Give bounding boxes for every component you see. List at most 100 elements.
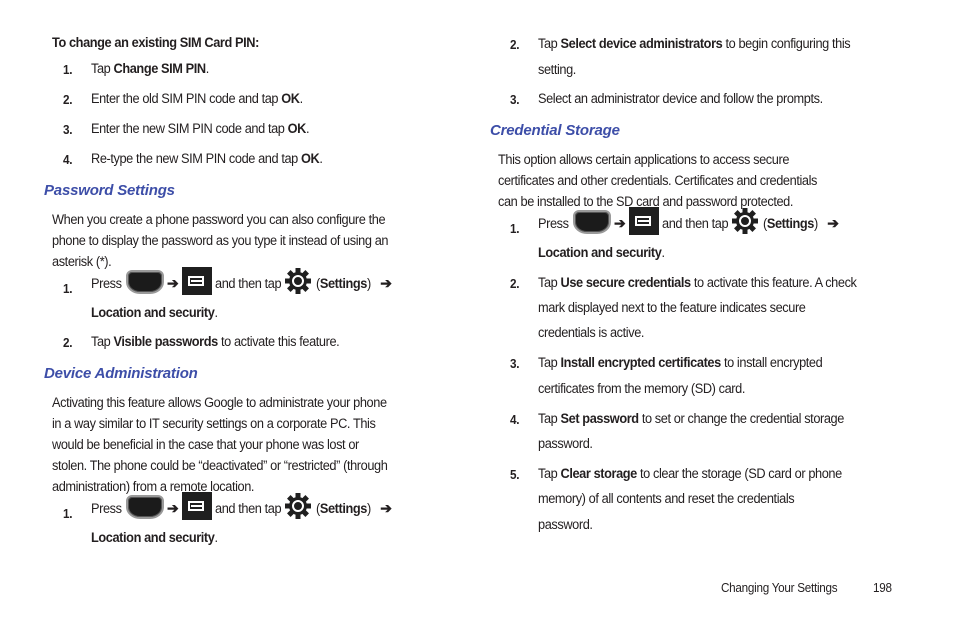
paragraph-line: This option allows certain applications … bbox=[498, 152, 790, 168]
step-text-bold: Select device administrators bbox=[560, 36, 723, 52]
step-text-plain: and then tap bbox=[215, 500, 282, 517]
step-text: Tap Use secure credentials to activate t… bbox=[538, 275, 857, 291]
step-text-bold: OK bbox=[281, 91, 300, 107]
step-text-bold: Location and security bbox=[91, 530, 215, 546]
credential-storage-paragraph: This option allows certain applications … bbox=[498, 150, 817, 213]
step-number: 1. bbox=[63, 281, 73, 296]
step-text-bold: Install encrypted certificates bbox=[560, 355, 722, 371]
password-settings-paragraph: When you create a phone password you can… bbox=[52, 210, 389, 273]
step-text-plain: to activate this feature. bbox=[217, 334, 340, 350]
step-text-bold: Set password bbox=[560, 411, 640, 427]
step-text-bold: Settings bbox=[766, 215, 815, 232]
step-text-plain: . bbox=[205, 61, 210, 77]
paragraph-line: stolen. The phone could be “deactivated”… bbox=[52, 458, 388, 474]
step-text-bold: Location and security bbox=[91, 305, 215, 321]
home-key-icon bbox=[125, 270, 164, 294]
settings-label: (Settings) bbox=[316, 501, 371, 517]
step-press-settings: Press ➔ and then tap (Settings) ➔ bbox=[91, 267, 392, 295]
step-text: Tap Install encrypted certificates to in… bbox=[538, 355, 823, 371]
step-text-plain: . bbox=[299, 91, 304, 107]
menu-key-icon bbox=[628, 207, 659, 235]
step-number: 1. bbox=[63, 62, 73, 77]
settings-label: (Settings) bbox=[763, 216, 818, 232]
step-text: Tap Change SIM PIN. bbox=[91, 61, 209, 77]
step-text-plain: . bbox=[214, 305, 218, 321]
step-text-continued: mark displayed next to the feature indic… bbox=[538, 300, 806, 316]
step-number: 1. bbox=[63, 506, 73, 521]
step-text-plain: Enter the new SIM PIN code and tap bbox=[91, 121, 288, 137]
step-text: Select an administrator device and follo… bbox=[538, 91, 823, 107]
step-text-plain: Tap bbox=[538, 466, 561, 482]
step-text-bold: OK bbox=[287, 121, 307, 137]
paragraph-line: certificates and other credentials. Cert… bbox=[498, 173, 818, 189]
step-number: 2. bbox=[63, 335, 73, 350]
home-key-icon bbox=[572, 210, 611, 234]
step-text-plain: . bbox=[661, 245, 665, 261]
step-text: Tap Select device administrators to begi… bbox=[538, 36, 851, 52]
step-text-bold: Visible passwords bbox=[113, 334, 219, 350]
step-text-plain: Press bbox=[91, 500, 122, 517]
sim-pin-heading: To change an existing SIM Card PIN: bbox=[52, 35, 259, 51]
settings-gear-icon bbox=[285, 493, 312, 519]
paren: ) bbox=[366, 275, 371, 292]
step-number: 2. bbox=[510, 276, 520, 291]
arrow-icon: ➔ bbox=[614, 214, 626, 231]
step-text: Location and security. bbox=[91, 530, 218, 546]
section-heading-password-settings: Password Settings bbox=[44, 182, 175, 199]
step-text-plain: Press bbox=[91, 275, 122, 292]
step-text-plain: to activate this feature. A check bbox=[690, 275, 857, 291]
section-heading-device-administration: Device Administration bbox=[44, 365, 198, 382]
arrow-icon: ➔ bbox=[827, 214, 839, 231]
step-number: 2. bbox=[510, 37, 520, 52]
step-press-settings: Press ➔ and then tap (Settings) ➔ bbox=[538, 207, 839, 235]
paragraph-line: phone to display the password as you typ… bbox=[52, 233, 389, 249]
paragraph-line: asterisk (*). bbox=[52, 254, 112, 270]
arrow-icon: ➔ bbox=[380, 499, 392, 516]
step-number: 3. bbox=[63, 122, 73, 137]
step-text: Tap Visible passwords to activate this f… bbox=[91, 334, 340, 350]
step-text-plain: Tap bbox=[538, 355, 561, 371]
step-number: 1. bbox=[510, 221, 520, 236]
step-number: 5. bbox=[510, 467, 520, 482]
step-text-bold: Location and security bbox=[538, 245, 662, 261]
step-text-continued: password. bbox=[538, 517, 593, 533]
step-text: Location and security. bbox=[538, 245, 665, 261]
step-text: Enter the old SIM PIN code and tap OK. bbox=[91, 91, 303, 107]
step-text-plain: Re-type the new SIM PIN code and tap bbox=[91, 151, 302, 167]
step-text-plain: to begin configuring this bbox=[722, 36, 851, 52]
step-text-plain: . bbox=[319, 151, 323, 167]
step-text-plain: to clear the storage (SD card or phone bbox=[636, 466, 842, 482]
arrow-icon: ➔ bbox=[167, 499, 179, 516]
arrow-icon: ➔ bbox=[167, 274, 179, 291]
step-text-plain: Tap bbox=[91, 61, 114, 77]
settings-gear-icon bbox=[732, 208, 759, 234]
step-text: Location and security. bbox=[91, 305, 218, 321]
page-number: 198 bbox=[873, 580, 892, 595]
step-text-bold: OK bbox=[301, 151, 320, 167]
step-text-plain: . bbox=[214, 530, 218, 546]
step-text-continued: setting. bbox=[538, 62, 576, 78]
step-text-continued: credentials is active. bbox=[538, 325, 645, 341]
step-press-settings: Press ➔ and then tap (Settings) ➔ bbox=[91, 492, 392, 520]
step-text-plain: Tap bbox=[91, 334, 114, 350]
step-text: Tap Set password to set or change the cr… bbox=[538, 411, 844, 427]
home-key-icon bbox=[125, 495, 164, 519]
arrow-icon: ➔ bbox=[380, 274, 392, 291]
menu-key-icon bbox=[181, 267, 212, 295]
step-number: 2. bbox=[63, 92, 73, 107]
section-heading-credential-storage: Credential Storage bbox=[490, 122, 620, 139]
step-text-plain: Enter the old SIM PIN code and tap bbox=[91, 91, 282, 107]
settings-label: (Settings) bbox=[316, 276, 371, 292]
step-number: 3. bbox=[510, 92, 520, 107]
paragraph-line: When you create a phone password you can… bbox=[52, 212, 386, 228]
paren: ) bbox=[366, 500, 371, 517]
paren: ) bbox=[813, 215, 818, 232]
step-text-plain: and then tap bbox=[215, 275, 282, 292]
step-text: Enter the new SIM PIN code and tap OK. bbox=[91, 121, 309, 137]
step-text-plain: Press bbox=[538, 215, 569, 232]
paragraph-line: Activating this feature allows Google to… bbox=[52, 395, 387, 411]
device-admin-paragraph: Activating this feature allows Google to… bbox=[52, 393, 388, 498]
step-text: Tap Clear storage to clear the storage (… bbox=[538, 466, 842, 482]
step-text-bold: Change SIM PIN bbox=[113, 61, 207, 77]
step-text-plain: . bbox=[305, 121, 310, 137]
